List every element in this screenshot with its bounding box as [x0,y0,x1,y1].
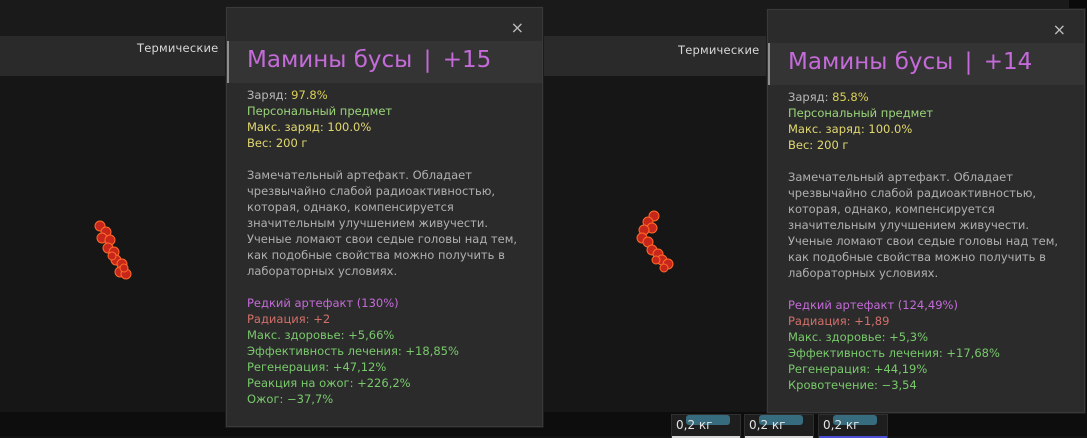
title-divider [227,41,229,83]
tooltip-header: Мамины бусы | +15 [227,41,542,83]
max-charge: Макс. заряд: 100.0% [788,122,913,136]
item-title: Мамины бусы | +15 [247,47,492,73]
weight: Вес: 200 г [788,138,849,152]
stat-row: Регенерация: +44,19% [788,362,928,376]
item-tooltip: × Мамины бусы | +15 Заряд: 97.8% Персона… [226,7,543,427]
stats-list: Редкий артефакт (130%) Радиация: +2 Макс… [247,295,530,407]
inventory-slot[interactable]: 0,2 кг [744,414,814,438]
stats-list: Редкий артефакт (124,49%) Радиация: +1,8… [788,297,1072,393]
stat-row: Кровотечение: −3,54 [788,378,917,392]
item-tooltip: × Мамины бусы | +14 Заряд: 85.8% Персона… [767,9,1085,413]
item-description: Замечательный артефакт. Обладает чрезвыч… [788,170,1059,280]
rarity: Редкий артефакт (130%) [247,296,399,310]
stat-row: Ожог: −37,7% [247,392,334,406]
category-label-right[interactable]: Термические [678,43,759,57]
item-description: Замечательный артефакт. Обладает чрезвыч… [247,168,518,278]
slot-weight: 0,2 кг [823,418,860,432]
max-charge: Макс. заряд: 100.0% [247,120,372,134]
inventory-slot[interactable]: 0,2 кг [818,414,888,438]
stat-row: Регенерация: +47,12% [247,360,387,374]
charge-row: Заряд: 85.8% [788,90,869,104]
bottom-bar [0,412,1087,436]
rarity: Редкий артефакт (124,49%) [788,298,958,312]
tooltip-content: Заряд: 97.8% Персональный предмет Макс. … [247,87,530,407]
stat-row: Макс. здоровье: +5,66% [247,328,395,342]
slot-weight: 0,2 кг [676,418,713,432]
slot-weight: 0,2 кг [749,418,786,432]
charge-value: 97.8% [291,88,328,102]
charge-value: 85.8% [832,90,869,104]
stat-row: Эффективность лечения: +18,85% [247,344,459,358]
artifact-beads-icon[interactable] [628,208,688,298]
personal-item-label: Персональный предмет [788,106,934,120]
artifact-beads-icon[interactable] [88,212,148,302]
stat-row: Макс. здоровье: +5,3% [788,330,928,344]
category-label-left[interactable]: Термические [137,41,218,55]
charge-row: Заряд: 97.8% [247,88,328,102]
weight: Вес: 200 г [247,136,308,150]
inventory-slot[interactable]: 0,2 кг [671,414,741,438]
stat-row: Реакция на ожог: +226,2% [247,376,411,390]
stat-row: Радиация: +1,89 [788,314,890,328]
close-icon[interactable]: × [1053,22,1066,38]
title-divider [768,43,770,85]
tooltip-header: Мамины бусы | +14 [768,43,1084,85]
personal-item-label: Персональный предмет [247,104,393,118]
item-title: Мамины бусы | +14 [788,49,1033,75]
stat-row: Радиация: +2 [247,312,331,326]
close-icon[interactable]: × [511,20,524,36]
tooltip-content: Заряд: 85.8% Персональный предмет Макс. … [788,89,1072,393]
stat-row: Эффективность лечения: +17,68% [788,346,1000,360]
